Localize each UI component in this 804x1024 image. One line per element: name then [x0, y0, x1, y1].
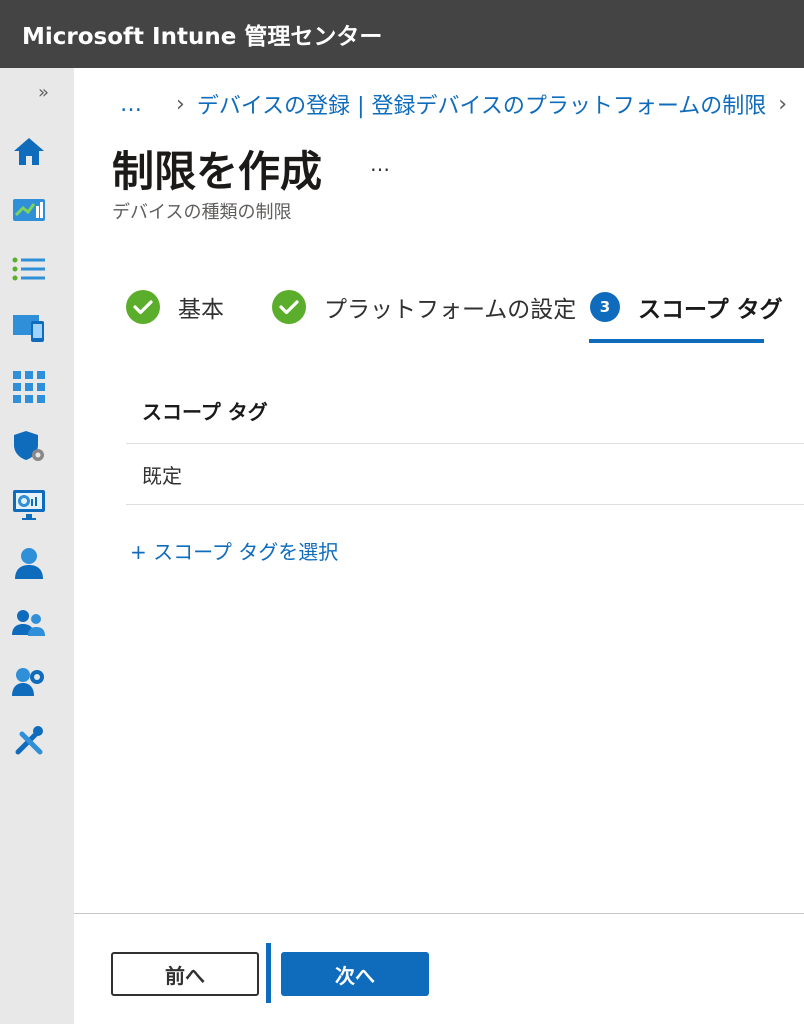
- more-options-icon[interactable]: …: [370, 152, 392, 176]
- step-label: 基本: [178, 297, 224, 323]
- groups-icon[interactable]: [12, 606, 46, 640]
- tenant-admin-icon[interactable]: [12, 665, 46, 699]
- page-title: 制限を作成: [112, 147, 323, 196]
- collapse-sidebar-icon[interactable]: »: [38, 82, 49, 103]
- chevron-right-icon: ›: [176, 91, 185, 117]
- chevron-right-icon: ›: [778, 91, 788, 117]
- step-label: プラットフォームの設定: [324, 297, 577, 323]
- main-content: … › デバイスの登録 | 登録デバイスのプラットフォームの制限 › 制限を作成…: [74, 68, 804, 1024]
- users-icon[interactable]: [12, 547, 46, 581]
- breadcrumb-link[interactable]: デバイスの登録 | 登録デバイスのプラットフォームの制限: [197, 88, 766, 120]
- step-label: スコープ タグ: [638, 297, 783, 323]
- next-button[interactable]: 次へ: [281, 952, 429, 996]
- step-number-badge: 3: [590, 292, 620, 322]
- page-subtitle: デバイスの種類の制限: [112, 202, 292, 223]
- dashboard-icon[interactable]: [12, 193, 46, 227]
- table-row[interactable]: 既定: [126, 445, 804, 505]
- active-step-indicator: [589, 339, 764, 343]
- app-title[interactable]: Microsoft Intune 管理センター: [22, 17, 382, 51]
- step-platform-settings[interactable]: プラットフォームの設定: [272, 290, 576, 324]
- all-services-icon[interactable]: [12, 252, 46, 286]
- checkmark-icon: [272, 290, 306, 324]
- sidebar: »: [0, 68, 74, 1024]
- breadcrumb: … › デバイスの登録 | 登録デバイスのプラットフォームの制限 ›: [120, 88, 799, 120]
- devices-icon[interactable]: [12, 311, 46, 345]
- focus-indicator: [266, 943, 271, 1003]
- reports-icon[interactable]: [12, 488, 46, 522]
- step-basics[interactable]: 基本: [126, 290, 224, 324]
- home-icon[interactable]: [12, 134, 46, 168]
- checkmark-icon: [126, 290, 160, 324]
- footer-divider: [74, 913, 804, 914]
- apps-icon[interactable]: [12, 370, 46, 404]
- table-header: スコープ タグ: [126, 378, 804, 444]
- troubleshooting-icon[interactable]: [12, 724, 46, 758]
- endpoint-security-icon[interactable]: [12, 429, 46, 463]
- breadcrumb-ellipsis[interactable]: …: [120, 92, 146, 117]
- select-scope-tags-link[interactable]: + スコープ タグを選択: [130, 536, 338, 565]
- step-scope-tags[interactable]: 3 スコープ タグ: [590, 290, 783, 324]
- top-bar: Microsoft Intune 管理センター: [0, 0, 804, 68]
- previous-button[interactable]: 前へ: [111, 952, 259, 996]
